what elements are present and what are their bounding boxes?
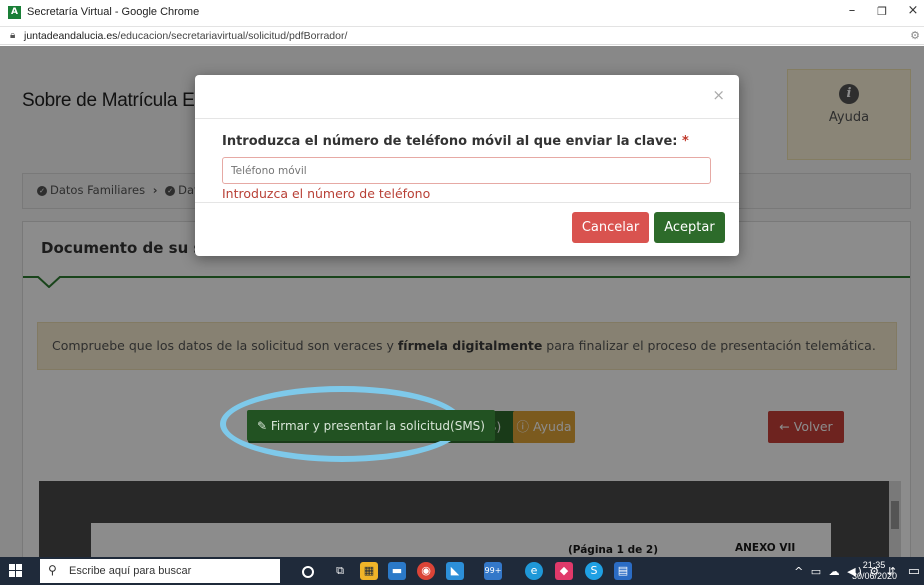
taskbar-search-placeholder: Escribe aquí para buscar [69, 565, 192, 577]
cortana-icon[interactable] [302, 566, 314, 578]
accept-button[interactable]: Aceptar [654, 212, 725, 243]
browser-titlebar: A Secretaría Virtual - Google Chrome – ❐… [0, 0, 924, 27]
taskbar-search-input[interactable]: ⚲ Escribe aquí para buscar [40, 559, 280, 583]
required-mark: * [682, 134, 689, 149]
mail-icon[interactable]: 99+ [484, 562, 502, 580]
url-path: /educacion/secretariavirtual/solicitud/p… [117, 30, 348, 42]
cancel-button[interactable]: Cancelar [572, 212, 649, 243]
mail-badge: 99+ [484, 566, 502, 575]
minimize-button[interactable]: – [842, 3, 862, 18]
phone-error-message: Introduzca el número de teléfono [222, 186, 431, 201]
windows-taskbar: ⚲ Escribe aquí para buscar ⧉ ▦ ▬ ◉ ◣ 99+… [0, 557, 924, 585]
app-icon[interactable]: ◆ [555, 562, 573, 580]
modal-close-button[interactable]: × [712, 87, 725, 103]
url-text[interactable]: juntadeandalucia.es/educacion/secretaria… [24, 30, 347, 42]
phone-input[interactable] [222, 157, 711, 184]
skype-icon[interactable]: S [585, 562, 603, 580]
file-explorer-icon[interactable]: ▬ [388, 562, 406, 580]
modal-footer-divider [195, 202, 739, 203]
edge-icon[interactable]: e [525, 562, 543, 580]
windows-start-icon[interactable] [9, 564, 23, 578]
phone-field-label: Introduzca el número de teléfono móvil a… [222, 134, 689, 149]
close-window-button[interactable]: × [903, 3, 923, 18]
sign-submit-button-highlighted[interactable]: ✎ Firmar y presentar la solicitud(SMS) [247, 410, 495, 441]
phone-modal: × Introduzca el número de teléfono móvil… [195, 75, 739, 256]
chrome-icon[interactable]: ◉ [417, 562, 435, 580]
restore-button[interactable]: ❐ [872, 5, 892, 18]
clock-date: 30/06/2020 [852, 571, 898, 581]
search-icon: ⚲ [48, 563, 57, 577]
sign-submit-label-highlighted: Firmar y presentar la solicitud(SMS) [270, 419, 485, 433]
address-bar[interactable]: 🔒︎ juntadeandalucia.es/educacion/secreta… [0, 27, 924, 45]
task-view-icon[interactable]: ⧉ [331, 562, 349, 580]
taskbar-clock[interactable]: 21:35 30/06/2020 [852, 560, 898, 582]
store-icon[interactable]: ▦ [360, 562, 378, 580]
site-favicon-icon: A [8, 6, 21, 19]
lock-icon: 🔒︎ [10, 30, 16, 41]
extension-icon[interactable]: ⚙ [910, 29, 920, 42]
calendar-app-icon[interactable]: ▤ [614, 562, 632, 580]
modal-header-divider [195, 118, 739, 119]
edit-icon: ✎ [257, 419, 268, 433]
url-host: juntadeandalucia.es [24, 30, 118, 42]
clock-time: 21:35 [862, 560, 886, 570]
photos-icon[interactable]: ◣ [446, 562, 464, 580]
window-title: Secretaría Virtual - Google Chrome [27, 6, 200, 18]
notifications-icon[interactable]: ▭ [908, 564, 920, 579]
phone-field-label-text: Introduzca el número de teléfono móvil a… [222, 134, 678, 149]
